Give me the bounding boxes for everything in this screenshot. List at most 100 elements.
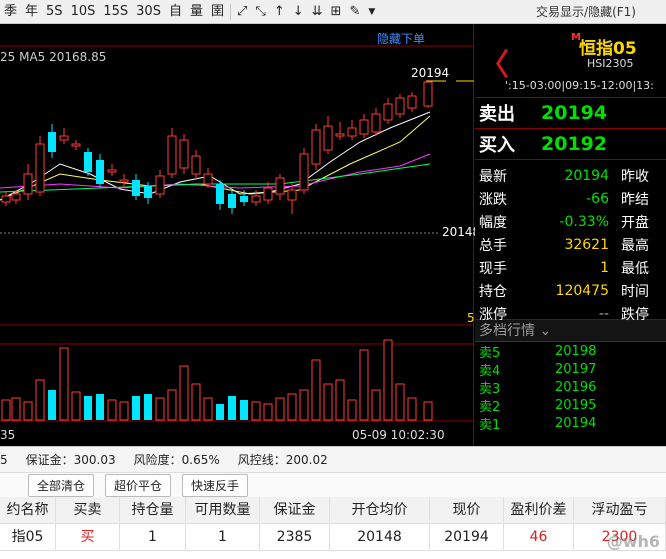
status-prefix: 5	[0, 452, 8, 467]
period-15s[interactable]: 15S	[99, 0, 132, 24]
cell-position: 1	[120, 523, 186, 551]
col-header: 持仓量	[120, 496, 186, 524]
volume-bar	[395, 383, 405, 421]
sell-row[interactable]: 卖出 20194	[475, 98, 666, 129]
expand-icon[interactable]: ⤢	[233, 0, 251, 24]
quote-header: 〈 M 恒指05 HSI2305 ':15-03:00|09:15-12:00|…	[475, 24, 666, 98]
grid-icon[interactable]: ⊞	[327, 0, 346, 24]
pen-icon[interactable]: ✎	[345, 0, 364, 24]
ma-line	[0, 153, 431, 189]
collapse-icon[interactable]: ⤡	[251, 0, 269, 24]
stat-label-2: 时间	[621, 283, 649, 300]
stat-row: 现手 1 最低	[475, 256, 666, 279]
period-season[interactable]: 季	[0, 0, 21, 24]
stat-row: 最新 20194 昨收	[475, 164, 666, 187]
account-status-bar: 5 保证金：300.03 风险度：0.65% 风控线：200.02	[0, 446, 666, 472]
candle-body	[48, 132, 56, 152]
hide-order-link[interactable]: 隐藏下单	[377, 30, 425, 47]
cell-contract: 指05	[0, 523, 56, 551]
circle-toggle[interactable]: 圉	[207, 0, 228, 24]
depth-level: 卖4	[479, 363, 501, 379]
depth-row[interactable]: 卖4 20197	[475, 360, 666, 379]
candle-body	[216, 184, 224, 204]
col-header: 浮动盈亏	[574, 496, 666, 524]
cell-price-diff: 46	[504, 523, 574, 551]
candle-body	[107, 169, 117, 173]
close-all-button[interactable]: 全部清仓	[28, 473, 95, 497]
position-actions: 全部清仓 超价平仓 快速反手	[0, 472, 666, 497]
period-30s[interactable]: 30S	[132, 0, 165, 24]
arrow-up-icon[interactable]: ↑	[270, 0, 289, 24]
volume-bar	[407, 397, 417, 421]
candle-body	[132, 180, 140, 196]
cell-last-price: 20194	[430, 523, 504, 551]
volume-bar	[287, 393, 297, 421]
depth-level: 卖1	[479, 417, 501, 433]
stat-row: 总手 32621 最高	[475, 233, 666, 256]
volume-bar	[216, 404, 224, 420]
volume-bar	[119, 401, 129, 421]
stat-row: 幅度 -0.33% 开盘	[475, 210, 666, 233]
table-row[interactable]: 指05 买 1 1 2385 20148 20194 46 2300	[0, 523, 666, 551]
stat-label-2: 昨收	[621, 168, 649, 185]
volume-bar	[323, 383, 333, 421]
depth-row[interactable]: 卖3 20196	[475, 378, 666, 397]
cell-available: 1	[186, 523, 260, 551]
period-custom[interactable]: 自	[165, 0, 186, 24]
stat-label-2: 开盘	[621, 214, 649, 231]
volume-bar	[275, 397, 285, 421]
instrument-code: HSI2305	[587, 57, 634, 70]
arrow-down-icon[interactable]: ↓	[289, 0, 308, 24]
candle-body	[263, 187, 273, 201]
positions-table: 约名称 买卖 持仓量 可用数量 保证金 开仓均价 现价 盈利价差 浮动盈亏 指0…	[0, 496, 666, 559]
depth-row[interactable]: 卖5 20198	[475, 342, 666, 361]
candle-body	[287, 189, 297, 201]
time-label: 05-09 10:02:30	[352, 428, 445, 442]
volume-bar	[191, 383, 201, 421]
volume-bar	[371, 389, 381, 421]
trade-toggle-link[interactable]: 交易显示/隐藏(F1)	[536, 0, 636, 24]
candle-body	[240, 196, 248, 202]
volume-bar	[107, 399, 117, 421]
period-5s[interactable]: 5S	[42, 0, 67, 24]
buy-row[interactable]: 买入 20192	[475, 129, 666, 160]
candle-body	[275, 177, 285, 195]
stat-label: 现手	[479, 260, 507, 277]
volume-bar	[240, 400, 248, 420]
volume-bar	[311, 359, 321, 421]
depth-row[interactable]: 卖1 20194	[475, 414, 666, 433]
instrument-name: 恒指05	[579, 39, 637, 59]
candle-body	[228, 194, 236, 208]
volume-bar	[263, 403, 273, 421]
volume-toggle[interactable]: 量	[186, 0, 207, 24]
stat-label: 涨跌	[479, 191, 507, 208]
candle-body	[71, 143, 81, 147]
trading-sessions: ':15-03:00|09:15-12:00|13:	[505, 79, 654, 92]
depth-row[interactable]: 卖2 20195	[475, 396, 666, 415]
watermark: @wh6	[606, 532, 660, 551]
candle-body	[119, 179, 129, 183]
volume-bar	[423, 401, 433, 421]
period-10s[interactable]: 10S	[67, 0, 100, 24]
dropdown-icon[interactable]: ▼	[364, 0, 379, 24]
close-over-price-button[interactable]: 超价平仓	[105, 473, 172, 497]
depth-price: 20195	[555, 397, 597, 413]
depth-level: 卖5	[479, 345, 501, 361]
volume-axis-label: 35	[0, 428, 16, 442]
col-header: 约名称	[0, 496, 56, 524]
double-down-icon[interactable]: ⇊	[308, 0, 327, 24]
volume-bar	[23, 401, 33, 421]
quick-reverse-button[interactable]: 快速反手	[182, 473, 249, 497]
volume-bar	[167, 389, 177, 421]
candle-body	[323, 125, 333, 151]
chevron-left-icon[interactable]: 〈	[479, 40, 509, 84]
col-header: 开仓均价	[330, 496, 430, 524]
table-header-row: 约名称 买卖 持仓量 可用数量 保证金 开仓均价 现价 盈利价差 浮动盈亏	[0, 496, 666, 524]
period-year[interactable]: 年	[21, 0, 42, 24]
sell-label: 卖出	[479, 104, 515, 125]
col-header: 可用数量	[186, 496, 260, 524]
buy-price: 20192	[541, 133, 608, 155]
kline-chart[interactable]: 隐藏下单 25 MA5 20168.85 20194 20148 5 35 05…	[0, 24, 480, 446]
candle-body	[84, 152, 92, 172]
depth-price: 20194	[555, 415, 597, 431]
